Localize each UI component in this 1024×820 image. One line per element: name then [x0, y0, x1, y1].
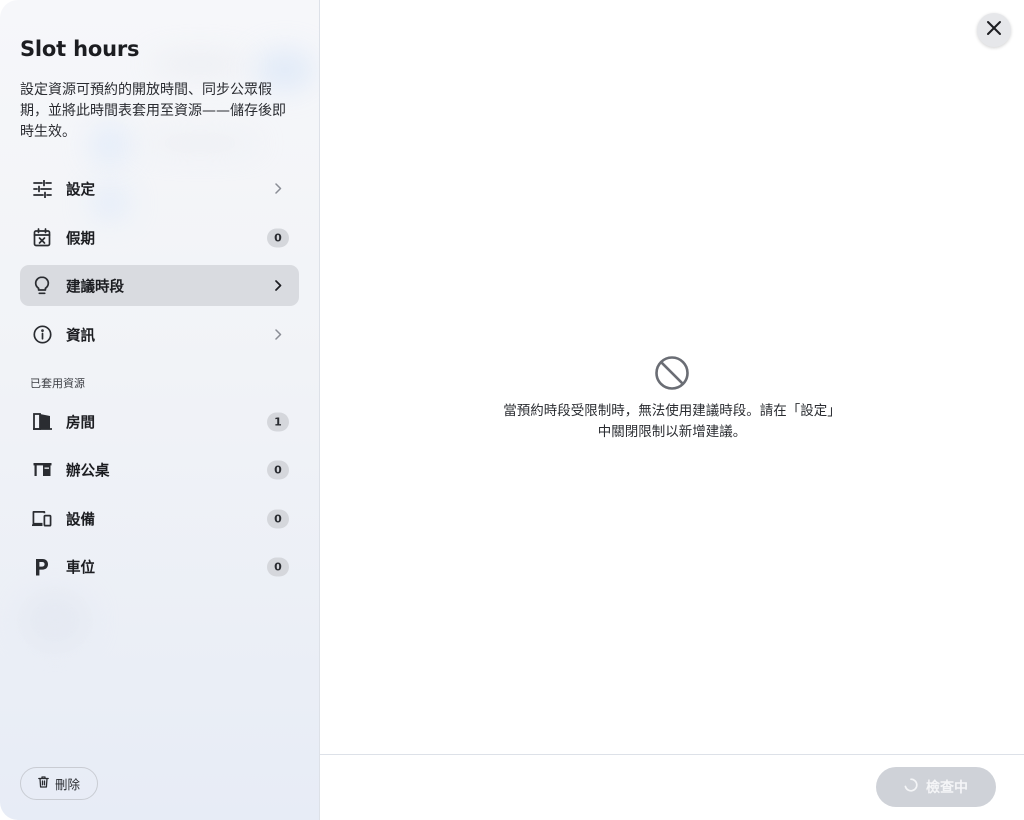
close-button[interactable]	[977, 13, 1011, 47]
slot-hours-dialog: Slot hours 設定資源可預約的開放時間、同步公眾假期，並將此時間表套用至…	[0, 0, 1024, 820]
empty-state-message: 當預約時段受限制時，無法使用建議時段。請在「設定」 中關閉限制以新增建議。	[492, 401, 852, 443]
rooms-count-badge: 1	[267, 412, 289, 431]
panel-description: 設定資源可預約的開放時間、同步公眾假期，並將此時間表套用至資源——儲存後即時生效…	[20, 82, 286, 140]
spinner-icon	[904, 778, 918, 796]
resource-item-rooms[interactable]: 房間 1	[20, 401, 299, 442]
lightbulb-icon	[32, 276, 52, 296]
footer-bar: 檢查中	[320, 754, 1024, 820]
nav-item-settings[interactable]: 設定	[20, 168, 299, 209]
checking-button-label: 檢查中	[926, 780, 968, 796]
holidays-count-badge: 0	[267, 228, 289, 247]
resource-item-equipment[interactable]: 設備 0	[20, 498, 299, 539]
nav-label-settings: 設定	[66, 182, 95, 198]
empty-state: 當預約時段受限制時，無法使用建議時段。請在「設定」 中關閉限制以新增建議。	[320, 355, 1024, 443]
nav-label-info: 資訊	[66, 328, 95, 344]
nav-label-holidays: 假期	[66, 231, 95, 247]
applied-resources-heading: 已套用資源	[30, 377, 85, 390]
devices-icon	[32, 509, 52, 529]
panel-title: Slot hours	[20, 37, 140, 61]
equipment-count-badge: 0	[267, 509, 289, 528]
checking-button[interactable]: 檢查中	[876, 767, 996, 807]
main-panel: 當預約時段受限制時，無法使用建議時段。請在「設定」 中關閉限制以新增建議。 檢查…	[320, 0, 1024, 820]
sidebar: Slot hours 設定資源可預約的開放時間、同步公眾假期，並將此時間表套用至…	[0, 0, 320, 820]
resource-label-parking: 車位	[66, 560, 95, 576]
resource-label-equipment: 設備	[66, 512, 95, 528]
door-icon	[32, 412, 52, 432]
nav-label-suggested-slots: 建議時段	[66, 279, 124, 295]
parking-count-badge: 0	[267, 557, 289, 576]
delete-button-label: 刪除	[54, 777, 80, 792]
delete-button[interactable]: 刪除	[20, 767, 98, 800]
empty-state-line-2: 中關閉限制以新增建議。	[597, 424, 747, 440]
trash-icon	[38, 776, 49, 791]
sliders-icon	[32, 179, 52, 199]
block-icon	[655, 356, 689, 390]
chevron-right-icon	[273, 329, 283, 341]
resource-label-rooms: 房間	[66, 415, 95, 431]
resource-item-parking[interactable]: 車位 0	[20, 546, 299, 587]
calendar-x-icon	[32, 228, 52, 248]
info-icon	[32, 325, 52, 345]
resource-item-desks[interactable]: 辦公桌 0	[20, 449, 299, 490]
empty-state-line-1: 當預約時段受限制時，無法使用建議時段。請在「設定」	[503, 403, 841, 419]
chevron-right-icon	[273, 183, 283, 195]
desk-icon	[32, 460, 52, 480]
nav-item-holidays[interactable]: 假期 0	[20, 217, 299, 258]
nav-item-info[interactable]: 資訊	[20, 314, 299, 355]
close-icon	[986, 20, 1002, 40]
chevron-right-icon	[273, 280, 283, 292]
parking-icon	[32, 557, 52, 577]
desks-count-badge: 0	[267, 460, 289, 479]
nav-item-suggested-slots[interactable]: 建議時段	[20, 265, 299, 306]
resource-label-desks: 辦公桌	[66, 463, 110, 479]
